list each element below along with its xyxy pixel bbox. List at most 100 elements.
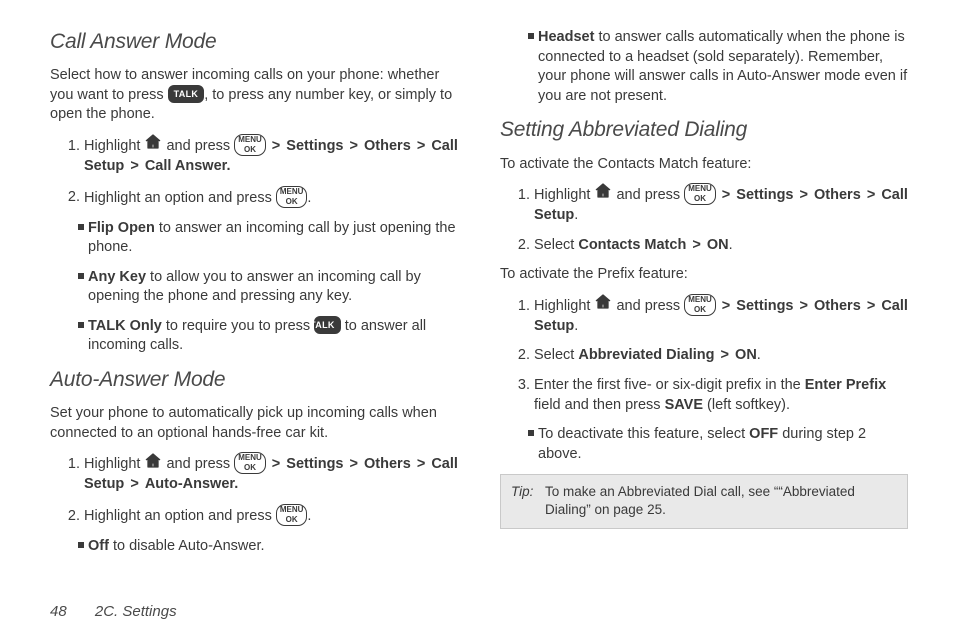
text: and press <box>166 456 234 472</box>
text: Highlight <box>84 138 144 154</box>
contacts-match-intro: To activate the Contacts Match feature: <box>500 155 908 175</box>
nav-settings: Settings <box>286 138 343 154</box>
nav-call-answer: Call Answer. <box>145 158 231 174</box>
bullet-icon <box>78 224 84 230</box>
bullet-deactivate: To deactivate this feature, select OFF d… <box>500 425 908 464</box>
text: and press <box>166 138 234 154</box>
tip-label: Tip: <box>511 483 545 519</box>
section-title: 2C. Settings <box>95 603 177 620</box>
bullet-icon <box>528 430 534 436</box>
page-number: 48 <box>50 603 67 620</box>
label: TALK Only <box>88 318 162 334</box>
text: to disable Auto-Answer. <box>109 538 265 554</box>
text: Highlight an option and press <box>84 189 276 205</box>
text: and press <box>616 298 684 314</box>
text: Highlight <box>84 456 144 472</box>
chevron-icon: > <box>865 187 877 203</box>
bullet-icon <box>528 33 534 39</box>
list-item: Select Abbreviated Dialing > ON. <box>534 346 908 366</box>
chevron-icon: > <box>719 347 731 363</box>
chevron-icon: > <box>798 187 810 203</box>
text: to answer calls automatically when the p… <box>538 29 907 104</box>
chevron-icon: > <box>865 298 877 314</box>
list-item: Highlight and press MENUOK > Settings > … <box>84 453 458 495</box>
chevron-icon: > <box>270 138 282 154</box>
text: . <box>729 237 733 253</box>
chevron-icon: > <box>720 298 732 314</box>
contacts-match-steps: Highlight and press MENUOK > Settings > … <box>500 184 908 255</box>
auto-answer-intro: Set your phone to automatically pick up … <box>50 404 458 443</box>
text: to require you to press <box>162 318 314 334</box>
bullet-headset: Headset to answer calls automatically wh… <box>500 28 908 106</box>
text: and press <box>616 187 684 203</box>
label: Any Key <box>88 269 146 285</box>
home-icon <box>144 453 162 475</box>
text: . <box>307 508 311 524</box>
save: SAVE <box>665 397 703 413</box>
label: Headset <box>538 29 594 45</box>
menu-ok-icon: MENUOK <box>276 186 308 208</box>
text: . <box>757 347 761 363</box>
tip-box: Tip: To make an Abbreviated Dial call, s… <box>500 474 908 528</box>
talk-icon: TALK <box>168 85 205 103</box>
chevron-icon: > <box>128 476 140 492</box>
bullet-flip-open: Flip Open to answer an incoming call by … <box>50 219 458 258</box>
nav-others: Others <box>364 138 411 154</box>
text: . <box>574 318 578 334</box>
on-value: ON <box>707 237 729 253</box>
text: To deactivate this feature, select <box>538 426 749 442</box>
chevron-icon: > <box>798 298 810 314</box>
text: . <box>307 189 311 205</box>
list-item: Enter the first five- or six-digit prefi… <box>534 376 908 415</box>
text: (left softkey). <box>707 397 790 413</box>
heading-auto-answer: Auto-Answer Mode <box>50 366 458 394</box>
list-item: Highlight an option and press MENUOK. <box>84 505 458 527</box>
nav-others: Others <box>364 456 411 472</box>
chevron-icon: > <box>348 138 360 154</box>
abbr-dialing: Abbreviated Dialing <box>578 347 714 363</box>
menu-ok-icon: MENUOK <box>234 452 266 474</box>
off-value: OFF <box>749 426 778 442</box>
chevron-icon: > <box>690 237 702 253</box>
nav-others: Others <box>814 298 861 314</box>
call-answer-intro: Select how to answer incoming calls on y… <box>50 66 458 125</box>
prefix-steps: Highlight and press MENUOK > Settings > … <box>500 295 908 415</box>
on-value: ON <box>735 347 757 363</box>
chevron-icon: > <box>415 456 427 472</box>
list-item: Select Contacts Match > ON. <box>534 236 908 256</box>
chevron-icon: > <box>348 456 360 472</box>
home-icon <box>594 183 612 205</box>
text: . <box>574 207 578 223</box>
chevron-icon: > <box>415 138 427 154</box>
bullet-talk-only: TALK Only to require you to press TALK t… <box>50 317 458 356</box>
home-icon <box>594 294 612 316</box>
home-icon <box>144 134 162 156</box>
text: Enter the first five- or six-digit prefi… <box>534 377 805 393</box>
label: Off <box>88 538 109 554</box>
nav-settings: Settings <box>286 456 343 472</box>
list-item: Highlight and press MENUOK > Settings > … <box>84 135 458 177</box>
nav-settings: Settings <box>736 187 793 203</box>
talk-icon: TALK <box>314 316 341 334</box>
text: field and then press <box>534 397 665 413</box>
bullet-icon <box>78 542 84 548</box>
list-item: Highlight and press MENUOK > Settings > … <box>534 184 908 226</box>
page-footer: 48 2C. Settings <box>50 602 177 622</box>
text: Highlight an option and press <box>84 508 276 524</box>
tip-text: To make an Abbreviated Dial call, see ““… <box>545 483 897 519</box>
text: Select <box>534 347 578 363</box>
menu-ok-icon: MENUOK <box>276 504 308 526</box>
chevron-icon: > <box>720 187 732 203</box>
bullet-icon <box>78 273 84 279</box>
list-item: Highlight an option and press MENUOK. <box>84 187 458 209</box>
chevron-icon: > <box>128 158 140 174</box>
menu-ok-icon: MENUOK <box>234 134 266 156</box>
nav-settings: Settings <box>736 298 793 314</box>
label: Flip Open <box>88 220 155 236</box>
heading-call-answer: Call Answer Mode <box>50 28 458 56</box>
contacts-match: Contacts Match <box>578 237 686 253</box>
menu-ok-icon: MENUOK <box>684 183 716 205</box>
heading-abbr-dial: Setting Abbreviated Dialing <box>500 116 908 144</box>
list-item: Highlight and press MENUOK > Settings > … <box>534 295 908 337</box>
text: Select <box>534 237 578 253</box>
